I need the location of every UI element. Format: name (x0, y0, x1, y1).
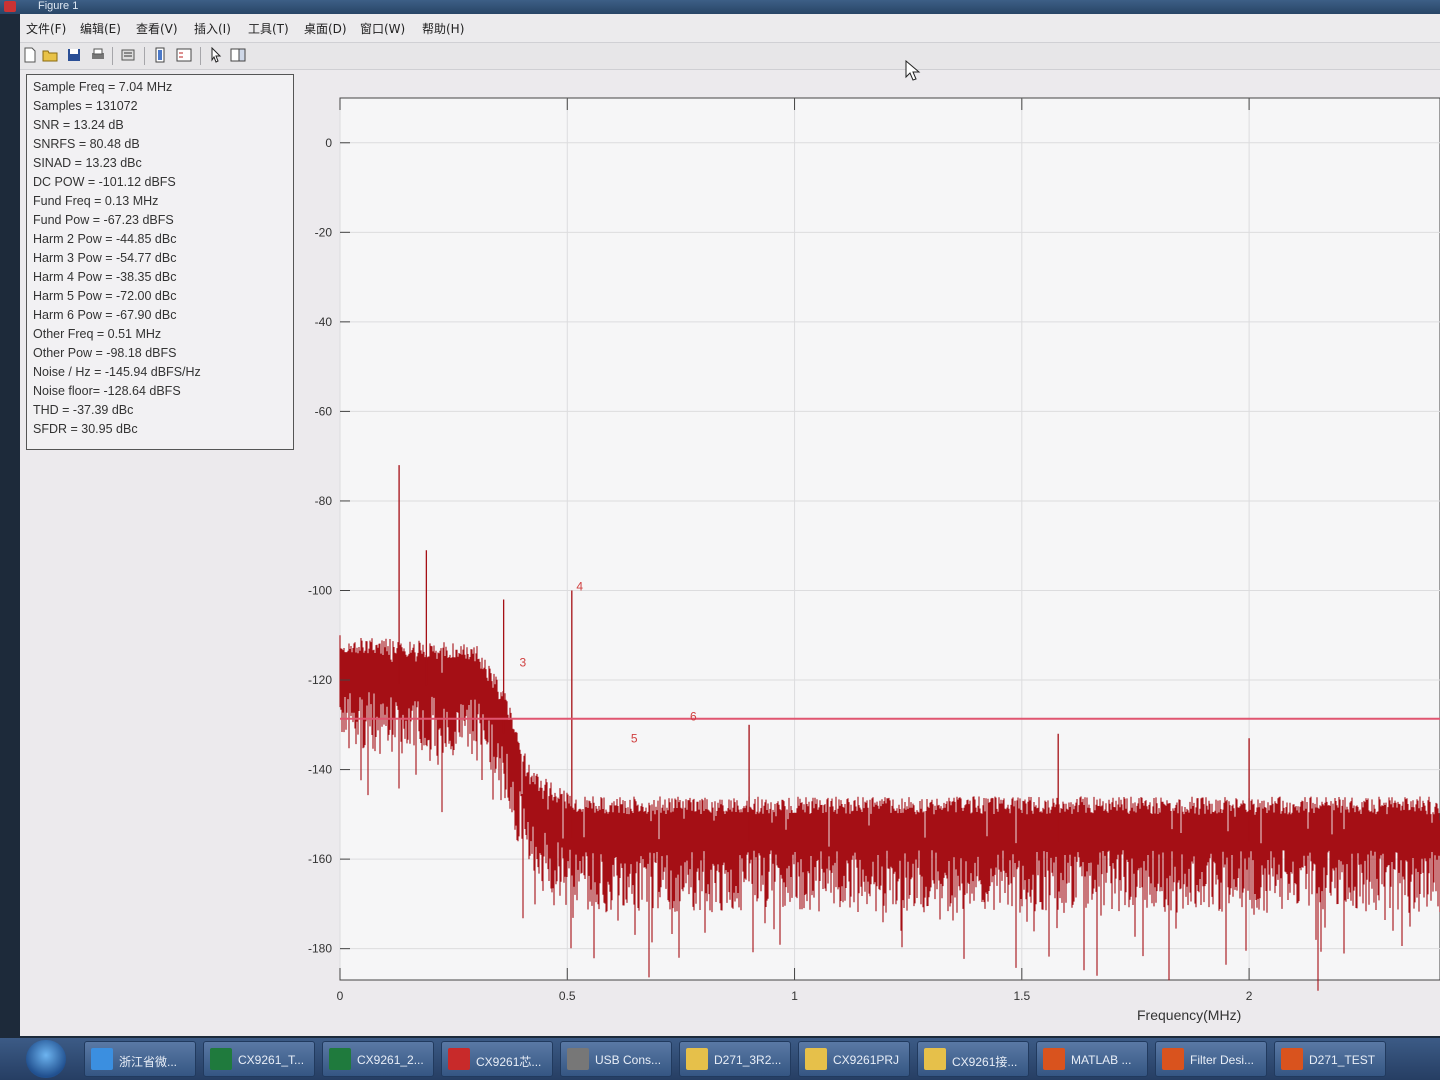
colorbar-icon[interactable] (152, 47, 168, 63)
pdf-icon (448, 1048, 470, 1070)
menu-view[interactable]: 查看(V) (136, 20, 178, 37)
harmonic-marker-label: 6 (690, 709, 697, 723)
menu-help[interactable]: 帮助(H) (422, 20, 464, 37)
figure-toolbar (20, 43, 1440, 70)
taskbar-item-label: MATLAB ... (1071, 1053, 1132, 1067)
excel-icon (329, 1048, 351, 1070)
taskbar-item[interactable]: CX9261PRJ (798, 1041, 910, 1077)
x-tick-label: 0.5 (559, 989, 576, 1003)
legend-icon[interactable] (176, 47, 192, 63)
taskbar-item[interactable]: CX9261_2... (322, 1041, 434, 1077)
taskbar-item-label: USB Cons... (595, 1053, 662, 1067)
open-icon[interactable] (42, 47, 58, 63)
taskbar-item[interactable]: D271_TEST (1274, 1041, 1386, 1077)
taskbar-item[interactable]: CX9261接... (917, 1041, 1029, 1077)
menu-window[interactable]: 窗口(W) (360, 20, 405, 37)
taskbar-item-label: 浙江省微... (119, 1055, 178, 1069)
matlab-icon (1162, 1048, 1184, 1070)
taskbar-item[interactable]: MATLAB ... (1036, 1041, 1148, 1077)
mouse-cursor-icon (905, 60, 921, 81)
menu-edit[interactable]: 编辑(E) (80, 20, 121, 37)
x-tick-label: 2 (1246, 989, 1253, 1003)
pointer-icon[interactable] (208, 47, 224, 63)
y-tick-label: -60 (315, 404, 333, 418)
y-tick-label: -100 (308, 583, 332, 597)
harmonic-marker-label: 5 (631, 732, 638, 746)
taskbar-item-label: CX9261接... (952, 1055, 1018, 1069)
menu-desktop[interactable]: 桌面(D) (304, 20, 347, 37)
x-axis-label: Frequency(MHz) (1137, 1007, 1241, 1023)
taskbar-item-label: CX9261_2... (357, 1053, 424, 1067)
taskbar-item[interactable]: USB Cons... (560, 1041, 672, 1077)
ie-icon (91, 1048, 113, 1070)
menu-bar: 文件(F) 编辑(E) 查看(V) 插入(I) 工具(T) 桌面(D) 窗口(W… (20, 14, 1440, 43)
taskbar-item[interactable]: D271_3R2... (679, 1041, 791, 1077)
taskbar-item[interactable]: CX9261芯... (441, 1041, 553, 1077)
y-tick-label: -80 (315, 494, 333, 508)
taskbar-item-label: Filter Desi... (1190, 1053, 1255, 1067)
taskbar-item-label: D271_TEST (1309, 1053, 1376, 1067)
excel-icon (210, 1048, 232, 1070)
harmonic-marker-label: 4 (576, 579, 583, 593)
menu-insert[interactable]: 插入(I) (194, 20, 231, 37)
window-title: Figure 1 (38, 0, 79, 12)
y-tick-label: -180 (308, 942, 332, 956)
figure-area: Sample Freq = 7.04 MHz Samples = 131072 … (20, 70, 1440, 1036)
taskbar-item[interactable]: Filter Desi... (1155, 1041, 1267, 1077)
link-icon[interactable] (120, 47, 136, 63)
harmonic-marker-label: 3 (520, 656, 527, 670)
taskbar-item-label: CX9261芯... (476, 1055, 542, 1069)
y-tick-label: -40 (315, 315, 333, 329)
title-bar: Figure 1 (0, 0, 1440, 14)
menu-file[interactable]: 文件(F) (26, 20, 66, 37)
usb-icon (567, 1048, 589, 1070)
new-figure-icon[interactable] (22, 47, 38, 63)
start-button[interactable] (26, 1040, 66, 1078)
folder-icon (686, 1048, 708, 1070)
taskbar-item[interactable]: 浙江省微... (84, 1041, 196, 1077)
taskbar: 浙江省微... CX9261_T... CX9261_2... CX9261芯... U… (0, 1038, 1440, 1080)
taskbar-item-label: D271_3R2... (714, 1053, 782, 1067)
folder-icon (805, 1048, 827, 1070)
folder-icon (924, 1048, 946, 1070)
matlab-icon (1281, 1048, 1303, 1070)
taskbar-item-label: CX9261_T... (238, 1053, 305, 1067)
x-tick-label: 1 (791, 989, 798, 1003)
y-tick-label: -160 (308, 852, 332, 866)
matlab-icon (1043, 1048, 1065, 1070)
menu-tools[interactable]: 工具(T) (248, 20, 289, 37)
matlab-figure-icon (4, 1, 16, 12)
y-tick-label: -140 (308, 763, 332, 777)
spectrum-plot[interactable]: 0 -20 -40 -60 -80 -100 -120 -140 -160 -180 0 0.5 1 1.… (20, 70, 1440, 1036)
x-tick-label: 0 (337, 989, 344, 1003)
print-icon[interactable] (90, 47, 106, 63)
toolbar-separator (112, 47, 113, 65)
taskbar-item[interactable]: CX9261_T... (203, 1041, 315, 1077)
toolbar-separator (200, 47, 201, 65)
taskbar-item-label: CX9261PRJ (833, 1053, 900, 1067)
figure-window: 文件(F) 编辑(E) 查看(V) 插入(I) 工具(T) 桌面(D) 窗口(W… (20, 14, 1440, 1036)
toolbar-separator (144, 47, 145, 65)
x-tick-label: 1.5 (1013, 989, 1030, 1003)
property-editor-icon[interactable] (230, 47, 246, 63)
y-tick-label: 0 (325, 136, 332, 150)
y-tick-label: -20 (315, 225, 333, 239)
save-icon[interactable] (66, 47, 82, 63)
y-tick-label: -120 (308, 673, 332, 687)
